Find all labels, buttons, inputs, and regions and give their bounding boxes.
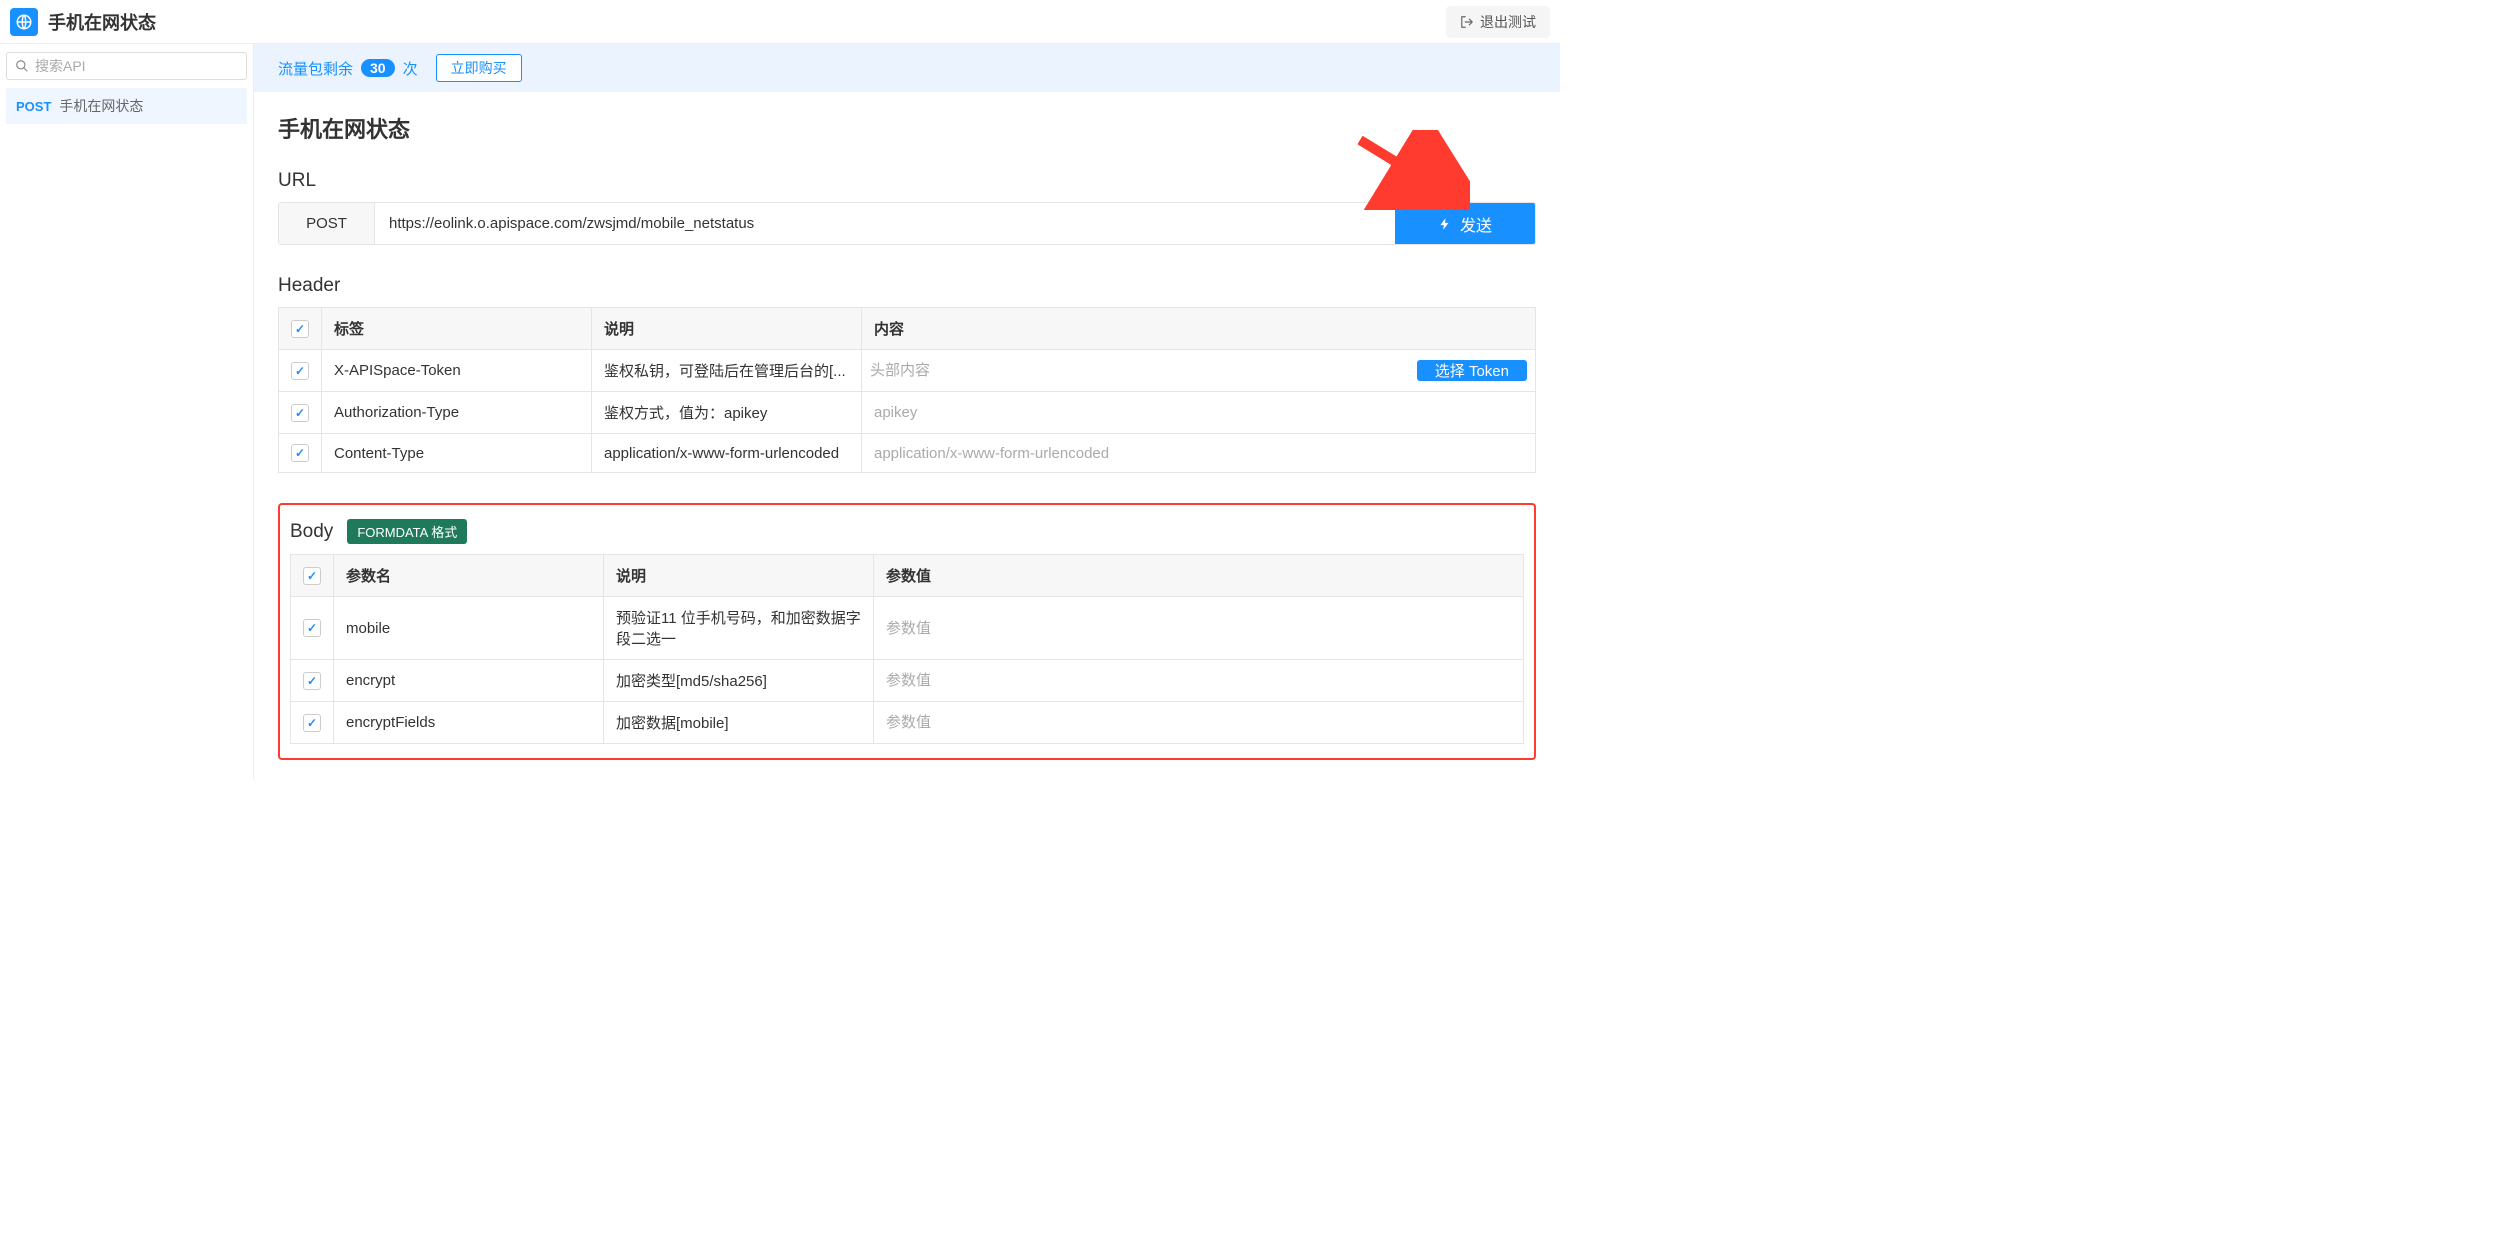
exit-test-label: 退出测试: [1480, 12, 1536, 32]
header-row-checkbox[interactable]: [291, 404, 309, 422]
header-row: Authorization-Type 鉴权方式，值为：apikey apikey: [279, 392, 1536, 434]
header-section-title: Header: [278, 275, 1536, 297]
http-method[interactable]: POST: [279, 203, 375, 244]
param-desc: 加密类型[md5/sha256]: [604, 660, 874, 702]
select-token-button[interactable]: 选择 Token: [1417, 360, 1527, 381]
request-url[interactable]: https://eolink.o.apispace.com/zwsjmd/mob…: [375, 203, 1395, 244]
sidebar-item-label: 手机在网状态: [59, 96, 143, 116]
header-desc: application/x-www-form-urlencoded: [592, 434, 862, 473]
body-row-checkbox[interactable]: [303, 672, 321, 690]
header-row: Content-Type application/x-www-form-urle…: [279, 434, 1536, 473]
page-title: 手机在网状态: [278, 112, 1536, 144]
header-name: Authorization-Type: [322, 392, 592, 434]
search-api-box[interactable]: [6, 52, 247, 80]
sidebar-item-mobile-netstatus[interactable]: POST 手机在网状态: [6, 88, 247, 124]
header-col-name: 标签: [322, 308, 592, 350]
header-desc: 鉴权私钥，可登陆后在管理后台的[...: [592, 350, 862, 392]
header-col-desc: 说明: [592, 308, 862, 350]
header-value[interactable]: apikey: [862, 392, 1536, 434]
formdata-tag: FORMDATA 格式: [347, 519, 467, 544]
header-checkbox-all[interactable]: [291, 320, 309, 338]
param-name: mobile: [334, 597, 604, 660]
app-icon: [10, 8, 38, 36]
banner-suffix: 次: [403, 58, 418, 79]
url-row: POST https://eolink.o.apispace.com/zwsjm…: [278, 202, 1536, 245]
header-row-checkbox[interactable]: [291, 444, 309, 462]
header-table: 标签 说明 内容 X-APISpace-Token 鉴权私钥，可登陆后在管理后台…: [278, 307, 1536, 473]
param-name: encryptFields: [334, 702, 604, 744]
body-col-desc: 说明: [604, 555, 874, 597]
app-title: 手机在网状态: [48, 9, 156, 35]
body-col-value: 参数值: [874, 555, 1524, 597]
header-row: X-APISpace-Token 鉴权私钥，可登陆后在管理后台的[... 选择 …: [279, 350, 1536, 392]
body-row: encrypt 加密类型[md5/sha256]: [291, 660, 1524, 702]
topbar: 手机在网状态 退出测试: [0, 0, 1560, 44]
body-col-check: [291, 555, 334, 597]
search-icon: [15, 59, 29, 73]
exit-test-button[interactable]: 退出测试: [1446, 6, 1550, 38]
param-value-input[interactable]: [886, 670, 1511, 691]
param-name: encrypt: [334, 660, 604, 702]
send-label: 发送: [1460, 212, 1492, 236]
exit-icon: [1460, 15, 1474, 29]
main-panel: 流量包剩余 30 次 立即购买 手机在网状态 URL POST https://…: [254, 44, 1560, 780]
body-row-checkbox[interactable]: [303, 619, 321, 637]
body-table: 参数名 说明 参数值 mobile 预验证11 位手机号码，和加密数据字段二选一: [290, 554, 1524, 744]
method-badge: POST: [16, 99, 51, 114]
header-col-check: [279, 308, 322, 350]
traffic-banner: 流量包剩余 30 次 立即购买: [254, 44, 1560, 92]
body-row-checkbox[interactable]: [303, 714, 321, 732]
header-name: X-APISpace-Token: [322, 350, 592, 392]
param-value-input[interactable]: [886, 712, 1511, 733]
header-name: Content-Type: [322, 434, 592, 473]
body-label: Body: [290, 521, 333, 543]
header-desc: 鉴权方式，值为：apikey: [592, 392, 862, 434]
header-value[interactable]: application/x-www-form-urlencoded: [862, 434, 1536, 473]
header-value-input[interactable]: [870, 360, 1409, 381]
bolt-icon: [1438, 217, 1452, 231]
param-desc: 加密数据[mobile]: [604, 702, 874, 744]
param-value-input[interactable]: [886, 618, 1511, 639]
buy-now-button[interactable]: 立即购买: [436, 54, 522, 82]
search-api-input[interactable]: [35, 58, 238, 74]
header-row-checkbox[interactable]: [291, 362, 309, 380]
body-row: mobile 预验证11 位手机号码，和加密数据字段二选一: [291, 597, 1524, 660]
url-section-title: URL: [278, 170, 1536, 192]
send-button[interactable]: 发送: [1395, 203, 1535, 244]
body-section-title: Body FORMDATA 格式: [290, 519, 1524, 544]
body-col-name: 参数名: [334, 555, 604, 597]
header-col-value: 内容: [862, 308, 1536, 350]
param-desc: 预验证11 位手机号码，和加密数据字段二选一: [604, 597, 874, 660]
sidebar: POST 手机在网状态: [0, 44, 254, 780]
banner-count: 30: [361, 59, 395, 77]
banner-prefix: 流量包剩余: [278, 58, 353, 79]
body-row: encryptFields 加密数据[mobile]: [291, 702, 1524, 744]
body-checkbox-all[interactable]: [303, 567, 321, 585]
body-highlight-box: Body FORMDATA 格式 参数名 说明 参数值: [278, 503, 1536, 760]
